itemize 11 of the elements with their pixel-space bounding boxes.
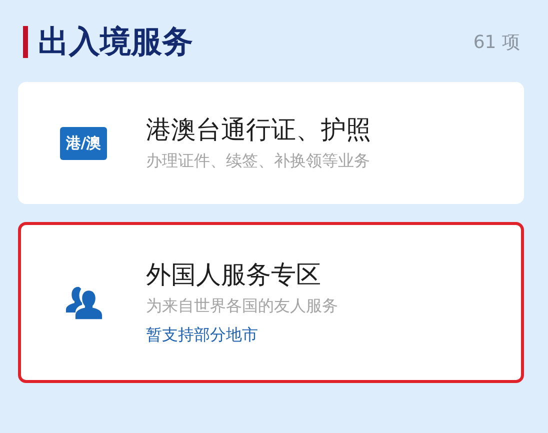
service-title: 外国人服务专区 <box>146 259 322 292</box>
service-card[interactable]: 港/澳 港澳台通行证、护照 办理证件、续签、补换领等业务 <box>18 82 524 204</box>
service-description: 办理证件、续签、补换领等业务 <box>146 150 371 172</box>
service-badge: 港/澳 <box>60 126 108 160</box>
availability-link[interactable]: 暂支持部分地市 <box>146 324 338 346</box>
section-title: 出入境服务 <box>38 24 194 60</box>
service-description: 为来自世界各国的友人服务 <box>146 296 338 317</box>
service-card[interactable]: 外国人服务专区 为来自世界各国的友人服务 暂支持部分地市 <box>18 222 524 383</box>
item-count: 61 项 <box>473 31 520 54</box>
service-title: 港澳台通行证、护照 <box>146 114 371 146</box>
section-marker <box>23 26 28 58</box>
